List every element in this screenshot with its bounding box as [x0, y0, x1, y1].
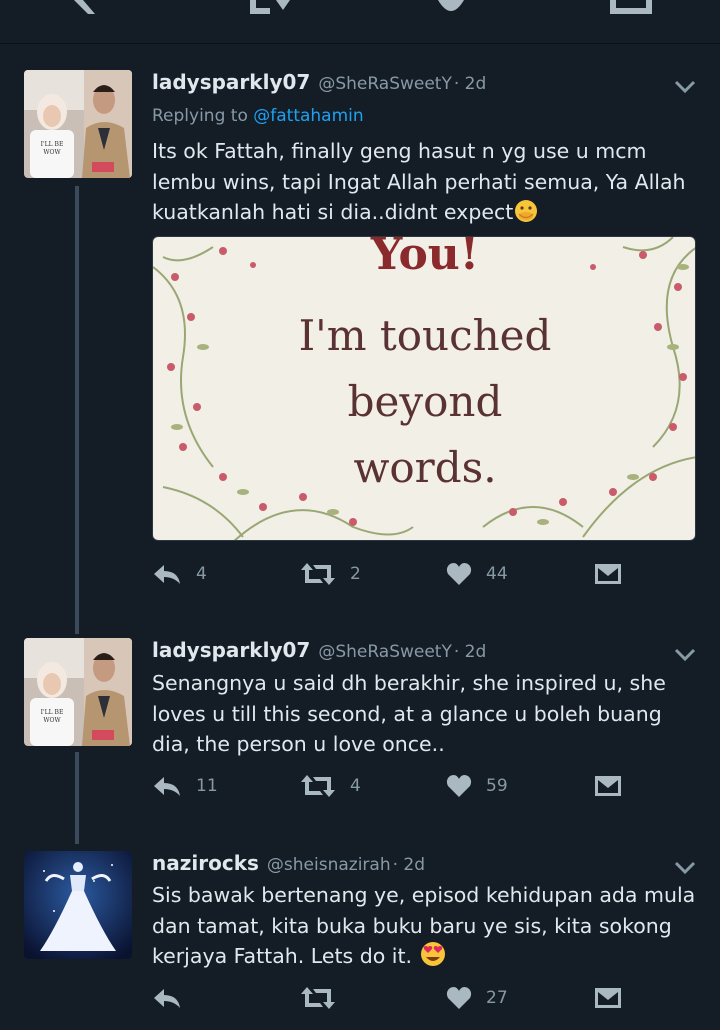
svg-text:WOW: WOW [43, 149, 61, 156]
direct-message-icon [595, 776, 621, 796]
reply-icon [154, 777, 180, 796]
direct-message-icon [595, 988, 621, 1008]
tweet-text-content: Its ok Fattah, finally geng hasut n yg u… [152, 139, 686, 224]
replying-to-label: Replying to [152, 106, 248, 126]
image-text-you: You! [370, 236, 480, 280]
avatar[interactable]: I'LL BE WOW [24, 70, 132, 178]
chevron-down-icon[interactable] [672, 644, 698, 664]
retweet-button[interactable]: 2 [300, 562, 361, 586]
retweet-icon[interactable] [246, 0, 298, 14]
image-text-line2: I'm touched [298, 311, 552, 360]
heart-icon [446, 775, 472, 797]
retweet-count: 4 [350, 776, 361, 796]
tweet-header: ladysparkly07 @SheRaSweetY · 2d [152, 638, 486, 664]
timestamp[interactable]: · 2d [454, 642, 486, 662]
tweet-text: Sis bawak bertenang ye, episod kehidupan… [152, 880, 702, 972]
replying-to: Replying to @fattahamin [152, 106, 364, 126]
svg-text:WOW: WOW [43, 717, 61, 724]
user-handle[interactable]: @SheRaSweetY [318, 642, 452, 662]
tweet-text: Its ok Fattah, finally geng hasut n yg u… [152, 136, 702, 228]
display-name[interactable]: ladysparkly07 [152, 638, 310, 662]
like-button[interactable]: 59 [446, 774, 508, 798]
direct-message-button[interactable] [594, 774, 622, 798]
reply-button[interactable]: 4 [152, 562, 207, 586]
direct-message-button[interactable] [594, 562, 622, 586]
image-text-line3: beyond [347, 377, 503, 426]
thread-line [75, 186, 79, 634]
reply-count: 11 [196, 776, 218, 796]
timestamp[interactable]: · 2d [393, 855, 425, 875]
mention-link[interactable]: @fattahamin [253, 106, 363, 126]
avatar[interactable]: I'LL BE WOW [24, 638, 132, 746]
retweet-icon [301, 775, 335, 797]
retweet-icon [301, 987, 335, 1009]
thread-line [75, 752, 79, 844]
retweet-icon [301, 563, 335, 585]
reply-icon [154, 989, 180, 1008]
like-button[interactable]: 27 [446, 986, 508, 1010]
reply-icon[interactable] [68, 0, 114, 14]
direct-message-button[interactable] [594, 986, 622, 1010]
heart-icon [446, 563, 472, 585]
reply-button[interactable]: 11 [152, 774, 218, 798]
tweet-actions: 27 [152, 986, 702, 1016]
previous-tweet-actions [0, 0, 720, 44]
display-name[interactable]: ladysparkly07 [152, 70, 310, 94]
heart-icon[interactable] [436, 0, 466, 14]
image-text-line4: words. [353, 443, 497, 492]
chevron-down-icon[interactable] [672, 857, 698, 877]
tweet-text: Senangnya u said dh berakhir, she inspir… [152, 671, 666, 756]
like-count: 27 [486, 988, 508, 1008]
tweet-actions: 11 4 59 [152, 774, 702, 804]
user-handle[interactable]: @sheisnazirah [267, 855, 391, 875]
avatar[interactable] [24, 851, 132, 959]
retweet-button[interactable]: 4 [300, 774, 361, 798]
heart-eyes-emoji [420, 942, 445, 966]
svg-text:I'LL BE: I'LL BE [41, 709, 64, 716]
like-count: 59 [486, 776, 508, 796]
user-handle[interactable]: @SheRaSweetY [318, 74, 452, 94]
retweet-button[interactable] [300, 986, 350, 1010]
reply-button[interactable] [152, 986, 196, 1010]
direct-message-icon[interactable] [608, 0, 654, 14]
tweet-header: ladysparkly07 @SheRaSweetY · 2d [152, 70, 486, 96]
tweet-image[interactable]: You! I'm touched beyond words. [152, 236, 696, 541]
like-button[interactable]: 44 [446, 562, 508, 586]
reply-count: 4 [196, 564, 207, 584]
timestamp[interactable]: · 2d [454, 74, 486, 94]
chevron-down-icon[interactable] [672, 76, 698, 96]
heart-icon [446, 987, 472, 1009]
tweet-actions: 4 2 44 [152, 562, 702, 592]
reply-icon [154, 565, 180, 584]
display-name[interactable]: nazirocks [152, 851, 259, 875]
hand-over-mouth-emoji [515, 200, 538, 222]
svg-text:I'LL BE: I'LL BE [41, 141, 64, 148]
retweet-count: 2 [350, 564, 361, 584]
like-count: 44 [486, 564, 508, 584]
tweet-header: nazirocks @sheisnazirah · 2d [152, 851, 425, 877]
direct-message-icon [595, 564, 621, 584]
